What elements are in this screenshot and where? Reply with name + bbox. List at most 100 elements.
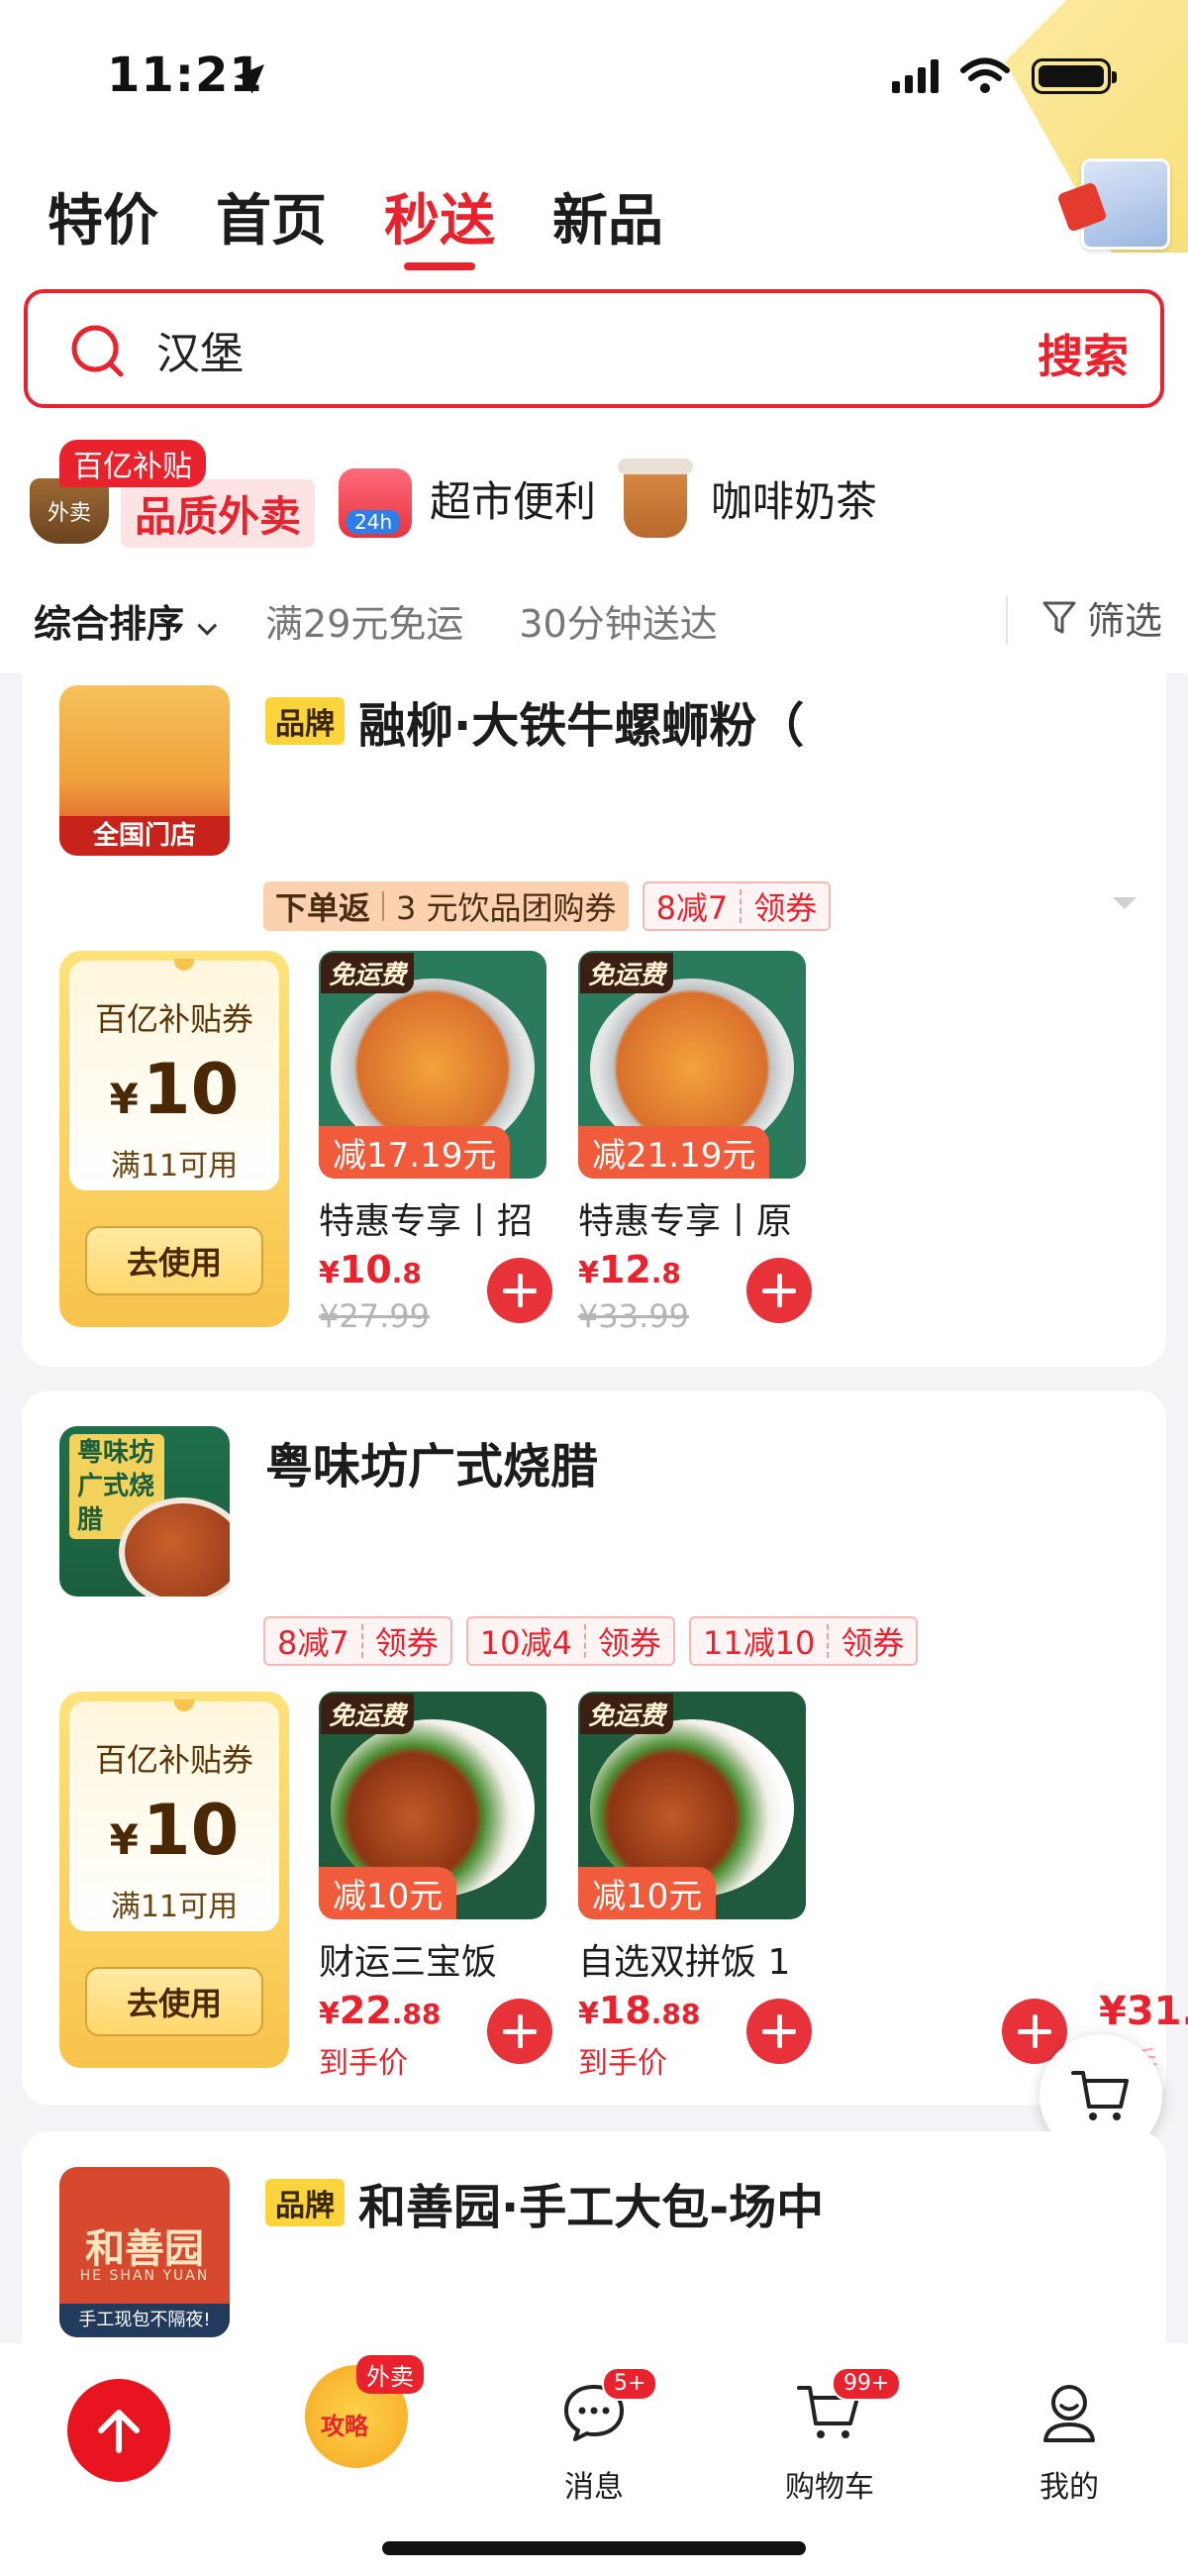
voucher-amount: ¥10 — [109, 1790, 240, 1871]
product-price: ¥12.8 — [578, 1248, 681, 1291]
use-voucher-button[interactable]: 去使用 — [85, 1226, 263, 1295]
voucher-condition: 满11可用 — [110, 1149, 239, 1184]
product-name: 自选双拼饭 1 — [578, 1942, 791, 1983]
voucher-title: 百亿补贴券 — [94, 1741, 253, 1779]
expand-caret-icon[interactable] — [1113, 897, 1137, 909]
voucher-condition: 满11可用 — [110, 1890, 239, 1924]
store-logo[interactable]: 和善园 HE SHAN YUAN 手工现包不隔夜! — [59, 2167, 230, 2337]
voucher-amount: ¥10 — [109, 1049, 240, 1130]
free-shipping-badge: 免运费 — [580, 953, 674, 993]
takeout-pot-icon: 外卖 — [30, 478, 109, 544]
store-card[interactable]: 全国门店1000+ 品牌 融柳·大铁牛螺蛳粉（ 下单返3 元饮品团购券 8减7领… — [22, 673, 1166, 1367]
free-shipping-badge: 免运费 — [321, 1694, 415, 1734]
category-row: 外卖 百亿补贴 品质外卖 24h 超市便利 咖啡奶茶 — [30, 440, 1158, 553]
cart-icon — [1071, 2071, 1129, 2120]
filter-30min-delivery[interactable]: 30分钟送达 — [519, 593, 717, 648]
product-price: ¥31. — [1099, 1989, 1188, 2034]
subsidy-voucher: 百亿补贴券 ¥10 满11可用 去使用 — [59, 1692, 289, 2068]
status-icons — [892, 57, 1117, 95]
add-to-cart-button[interactable] — [746, 1999, 812, 2064]
messages-badge: 5+ — [602, 2367, 658, 2401]
search-bar: 搜索 — [24, 289, 1164, 408]
takeout-guide-button[interactable]: 外卖 攻略 — [305, 2355, 424, 2468]
product-image[interactable]: 免运费 减21.19元 — [578, 951, 806, 1179]
promo-row: 下单返 3 元饮品团购券 8减7 领券 — [263, 881, 832, 931]
nav-messages[interactable]: 5+ 消息 — [515, 2363, 673, 2506]
coupon-tag[interactable]: 8减7 领券 — [642, 881, 832, 931]
product-image[interactable]: 免运费 减10元 — [319, 1692, 546, 1919]
brand-tag: 品牌 — [265, 2179, 345, 2226]
voucher-title: 百亿补贴券 — [94, 1000, 253, 1038]
product-image[interactable]: 免运费 减10元 — [578, 1692, 806, 1919]
store-logo[interactable]: 粤味坊 广式烧腊 — [59, 1426, 230, 1597]
category-label: 超市便利 — [430, 476, 597, 526]
sort-dropdown[interactable]: 综合排序 — [34, 593, 218, 648]
product-price: ¥18.88 — [578, 1989, 701, 2032]
product-price: ¥22.88 — [319, 1989, 442, 2032]
store-name[interactable]: 融柳·大铁牛螺蛳粉（ — [358, 686, 804, 756]
add-to-cart-button[interactable] — [487, 1999, 552, 2064]
product-image[interactable]: 免运费 减17.19元 — [319, 951, 546, 1179]
product-price: ¥10.8 — [319, 1248, 422, 1291]
discount-tag: 减21.19元 — [578, 1126, 770, 1179]
add-to-cart-button[interactable] — [746, 1258, 812, 1323]
divider — [1006, 596, 1008, 644]
cellular-signal-icon — [892, 59, 939, 93]
store-name[interactable]: 和善园·手工大包-场中 — [358, 2168, 824, 2237]
product-item[interactable]: 免运费 减17.19元 特惠专享丨招 ¥10.8 ¥27.99 — [319, 951, 552, 1367]
chevron-down-icon — [197, 615, 218, 636]
search-button[interactable]: 搜索 — [1038, 321, 1129, 386]
funnel-icon — [1042, 601, 1076, 633]
home-indicator[interactable] — [382, 2541, 806, 2555]
wifi-icon — [960, 57, 1010, 93]
use-voucher-button[interactable]: 去使用 — [85, 1967, 263, 2036]
nav-cart[interactable]: 99+ 购物车 — [750, 2363, 909, 2506]
guide-label: 攻略 — [321, 2413, 368, 2440]
tab-tejia[interactable]: 特价 — [48, 176, 158, 257]
back-to-top-button[interactable] — [67, 2379, 170, 2482]
battery-icon — [1032, 58, 1117, 94]
tab-home[interactable]: 首页 — [216, 176, 327, 257]
convenience-store-icon: 24h — [339, 468, 412, 538]
add-to-cart-button[interactable] — [487, 1258, 552, 1323]
location-arrow-icon — [235, 64, 264, 94]
product-item[interactable]: 免运费 减10元 财运三宝饭 ¥22.88 到手价 — [319, 1692, 552, 2108]
product-name: 财运三宝饭 — [319, 1942, 498, 1983]
coupon-tag[interactable]: 8减7 领券 — [263, 1616, 452, 1666]
store-card[interactable]: 和善园 HE SHAN YUAN 手工现包不隔夜! 品牌 和善园·手工大包-场中 — [22, 2131, 1166, 2369]
store-name[interactable]: 粤味坊广式烧腊 — [265, 1427, 598, 1496]
subsidy-badge: 百亿补贴 — [59, 440, 206, 487]
coupon-tag[interactable]: 10减4 领券 — [465, 1616, 675, 1666]
brand-tag: 品牌 — [265, 697, 345, 745]
store-title: 品牌 融柳·大铁牛螺蛳粉（ — [265, 691, 804, 754]
promo-row: 8减7 领券 10减4 领券 11减10 领券 — [263, 1616, 919, 1666]
filter-bar: 综合排序 满29元免运 30分钟送达 筛选 — [34, 590, 1162, 650]
nav-profile[interactable]: 我的 — [990, 2363, 1148, 2506]
product-item[interactable]: 免运费 减10元 自选双拼饭 1 ¥18.88 到手价 — [578, 1692, 812, 2108]
subsidy-voucher: 百亿补贴券 ¥10 满11可用 去使用 — [59, 951, 289, 1327]
store-title: 品牌 和善园·手工大包-场中 — [265, 2173, 824, 2235]
promo-product-pack-icon[interactable] — [1081, 158, 1170, 250]
tab-new-products[interactable]: 新品 — [552, 176, 663, 257]
store-logo[interactable]: 全国门店1000+ — [59, 685, 230, 856]
discount-tag: 减17.19元 — [319, 1126, 511, 1179]
tab-instant-delivery[interactable]: 秒送 — [384, 176, 495, 270]
product-item[interactable]: 免运费 减21.19元 特惠专享丨原 ¥12.8 ¥33.99 — [578, 951, 812, 1367]
original-price: ¥33.99 — [578, 1297, 689, 1335]
product-name: 特惠专享丨招 — [319, 1201, 534, 1242]
category-quality-takeout[interactable]: 外卖 百亿补贴 品质外卖 — [30, 440, 316, 553]
store-card[interactable]: 粤味坊 广式烧腊 粤味坊广式烧腊 8减7 领券 10减4 领券 11减10 领券 百亿… — [22, 1391, 1188, 2108]
category-supermarket[interactable]: 24h 超市便利 — [339, 444, 596, 553]
search-input[interactable] — [156, 315, 948, 384]
filter-free-delivery[interactable]: 满29元免运 — [265, 593, 463, 648]
category-coffee-tea[interactable]: 咖啡奶茶 — [618, 444, 877, 553]
cashback-tag: 下单返 3 元饮品团购券 — [263, 881, 629, 931]
coupon-tag[interactable]: 11减10 领券 — [688, 1616, 919, 1666]
discount-tag: 减10元 — [319, 1867, 457, 1919]
filter-button[interactable]: 筛选 — [1041, 590, 1162, 645]
free-shipping-badge: 免运费 — [580, 1694, 674, 1734]
search-icon — [71, 325, 124, 377]
category-label: 品质外卖 — [121, 478, 316, 548]
header-area: 11:21 特价 首页 秒送 新品 搜索 外卖 百亿补贴 品质外卖 — [0, 0, 1188, 673]
final-price-label: 到手价 — [319, 2046, 408, 2081]
